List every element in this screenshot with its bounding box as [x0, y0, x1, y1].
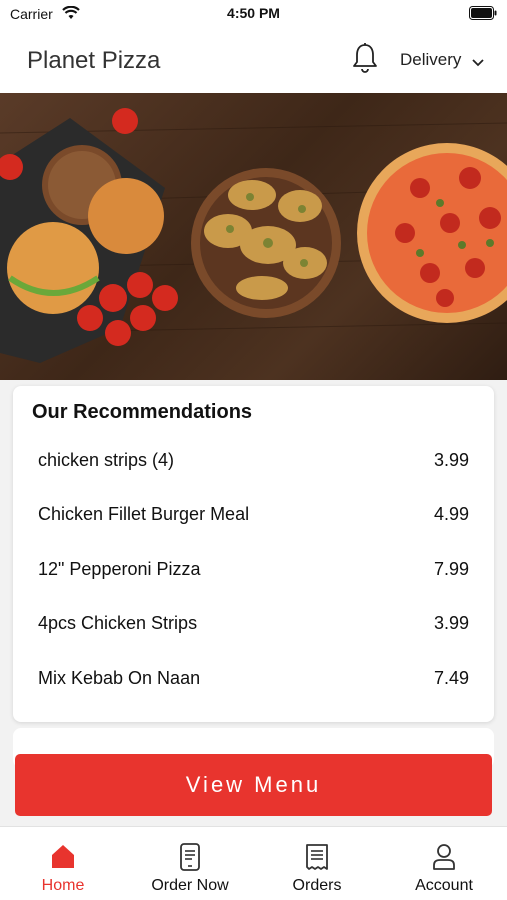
- recommendations-card: Our Recommendations chicken strips (4) 3…: [13, 386, 494, 722]
- page-title: Planet Pizza: [27, 47, 161, 74]
- item-name: chicken strips (4): [38, 450, 175, 470]
- chevron-down-icon[interactable]: [471, 55, 485, 73]
- tab-label: Order Now: [151, 877, 229, 894]
- person-icon: [432, 843, 456, 876]
- hero-banner-image: [0, 93, 507, 380]
- tab-order-now[interactable]: Order Now: [127, 827, 253, 900]
- notifications-bell-icon[interactable]: [350, 42, 380, 74]
- recommendation-item[interactable]: Chicken Fillet Burger Meal 4.99: [38, 504, 469, 534]
- item-price: 4.99: [433, 504, 469, 524]
- item-price: 3.99: [433, 450, 469, 470]
- recommendation-item[interactable]: chicken strips (4) 3.99: [38, 450, 469, 480]
- tab-orders[interactable]: Orders: [254, 827, 380, 900]
- recommendation-item[interactable]: 12" Pepperoni Pizza 7.99: [38, 559, 469, 589]
- tab-label: Orders: [292, 877, 342, 894]
- recommendations-title: Our Recommendations: [32, 401, 253, 423]
- view-menu-button[interactable]: View Menu: [15, 754, 492, 816]
- item-name: Chicken Fillet Burger Meal: [38, 504, 250, 524]
- item-name: 4pcs Chicken Strips: [38, 613, 198, 633]
- battery-icon: [469, 6, 497, 23]
- order-type-dropdown[interactable]: Delivery: [400, 50, 461, 70]
- tab-account[interactable]: Account: [381, 827, 507, 900]
- tab-home[interactable]: Home: [0, 827, 126, 900]
- burger-bun-large: [7, 222, 99, 314]
- app-header: Planet Pizza Delivery: [0, 28, 507, 93]
- phone-order-icon: [179, 843, 201, 876]
- recommendation-item[interactable]: Mix Kebab On Naan 7.49: [38, 668, 469, 698]
- tab-label: Home: [41, 877, 85, 894]
- recommendation-item[interactable]: 4pcs Chicken Strips 3.99: [38, 613, 469, 643]
- tab-label: Account: [415, 877, 473, 894]
- bottom-tab-bar: Home Order Now Orders Account: [0, 826, 507, 900]
- burger-bun: [88, 178, 164, 254]
- item-price: 7.49: [433, 668, 469, 688]
- receipt-icon: [305, 843, 329, 876]
- home-icon: [50, 843, 76, 874]
- status-bar: Carrier 4:50 PM: [0, 0, 507, 28]
- clock: 4:50 PM: [227, 5, 280, 21]
- item-price: 7.99: [433, 559, 469, 579]
- item-price: 3.99: [433, 613, 469, 633]
- item-name: 12" Pepperoni Pizza: [38, 559, 201, 579]
- item-name: Mix Kebab On Naan: [38, 668, 201, 688]
